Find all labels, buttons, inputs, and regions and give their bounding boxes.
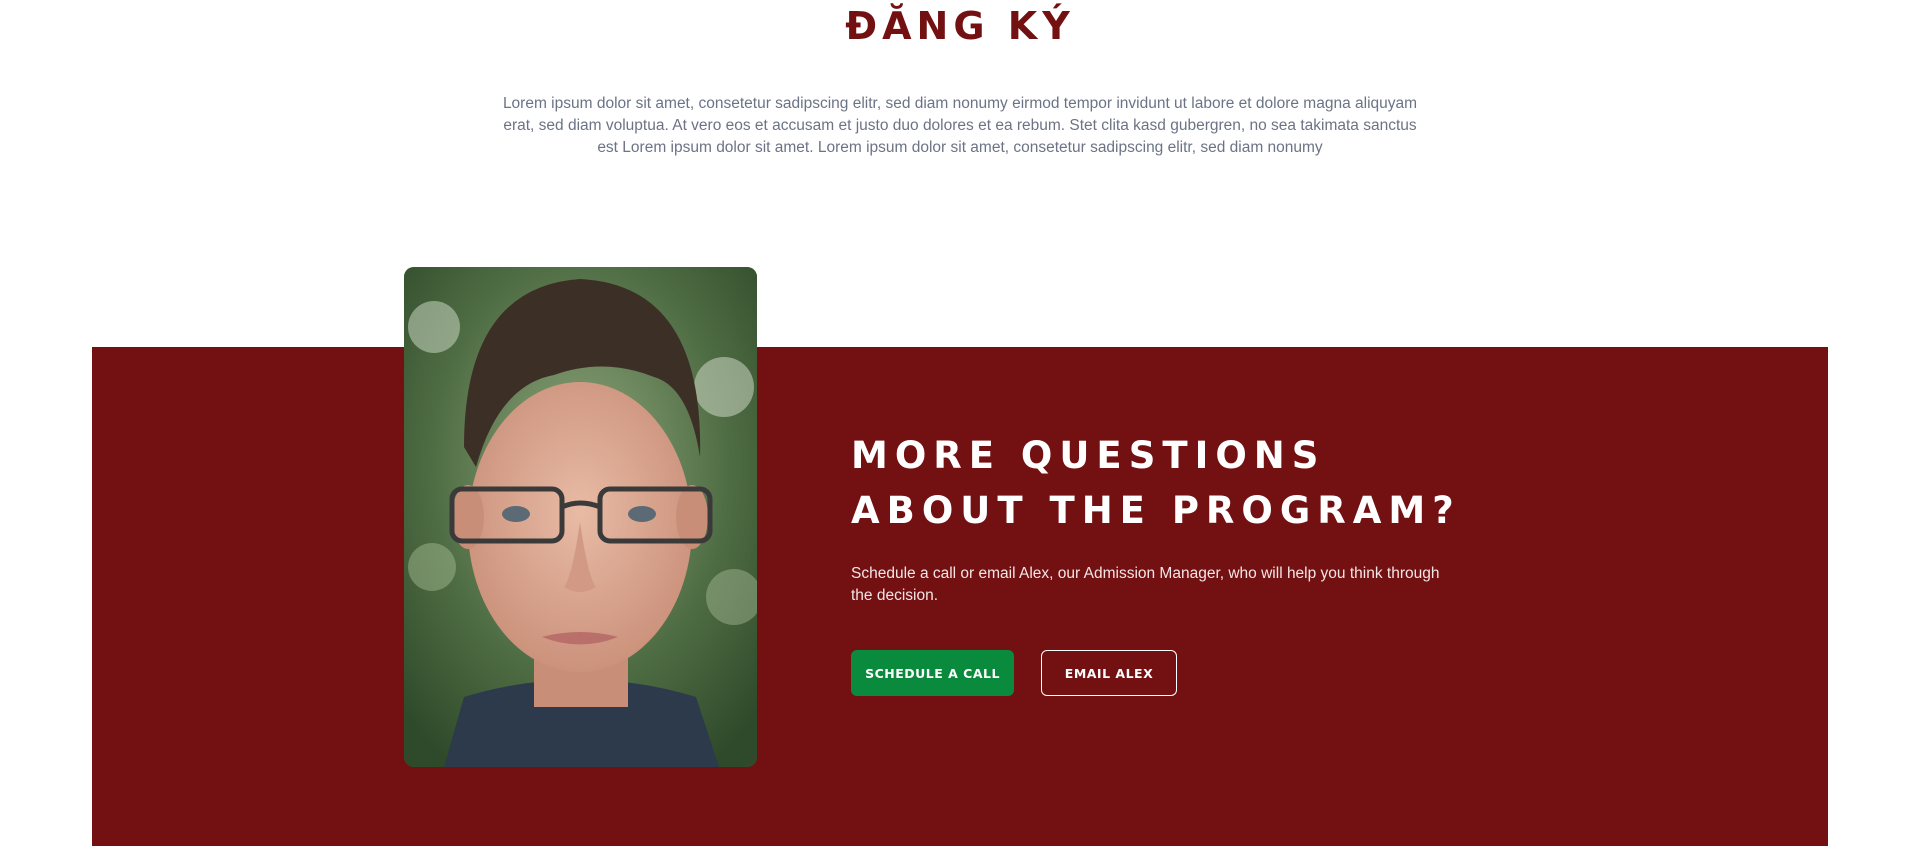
portrait-illustration	[404, 267, 757, 767]
cta-description: Schedule a call or email Alex, our Admis…	[851, 565, 1440, 604]
page: ĐĂNG KÝ Lorem ipsum dolor sit amet, cons…	[0, 0, 1920, 846]
cta-heading: MORE QUESTIONS ABOUT THE PROGRAM?	[851, 434, 1461, 532]
schedule-call-button[interactable]: SCHEDULE A CALL	[851, 650, 1014, 696]
section-title: ĐĂNG KÝ	[845, 4, 1075, 48]
admission-manager-photo	[404, 267, 757, 767]
section-intro-text: Lorem ipsum dolor sit amet, consetetur s…	[502, 95, 1418, 156]
email-alex-button[interactable]: EMAIL ALEX	[1041, 650, 1177, 696]
